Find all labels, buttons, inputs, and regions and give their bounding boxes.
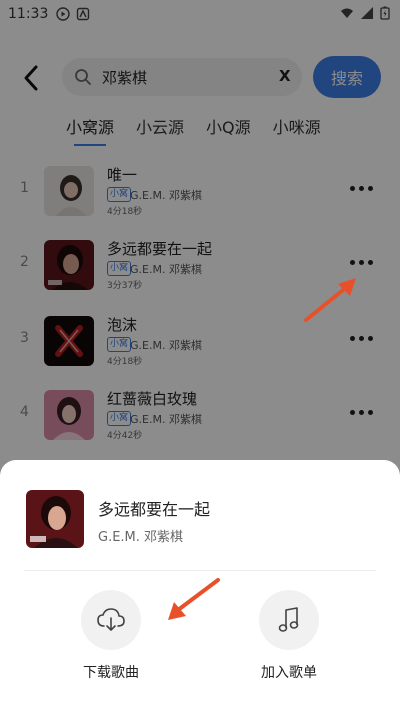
cloud-download-icon — [97, 608, 125, 631]
sheet-song-artist: G.E.M. 邓紫棋 — [98, 530, 184, 545]
download-song-button[interactable]: 下载歌曲 — [66, 590, 156, 682]
divider — [24, 570, 376, 571]
download-song-label: 下载歌曲 — [83, 665, 139, 681]
annotation-arrow-icon — [304, 278, 356, 322]
music-note-icon — [278, 607, 299, 632]
add-to-playlist-button[interactable]: 加入歌单 — [244, 590, 334, 682]
sheet-song-title: 多远都要在一起 — [98, 500, 211, 519]
annotation-arrow-icon — [168, 578, 220, 620]
add-to-playlist-label: 加入歌单 — [261, 665, 317, 681]
sheet-album-cover — [26, 490, 84, 548]
